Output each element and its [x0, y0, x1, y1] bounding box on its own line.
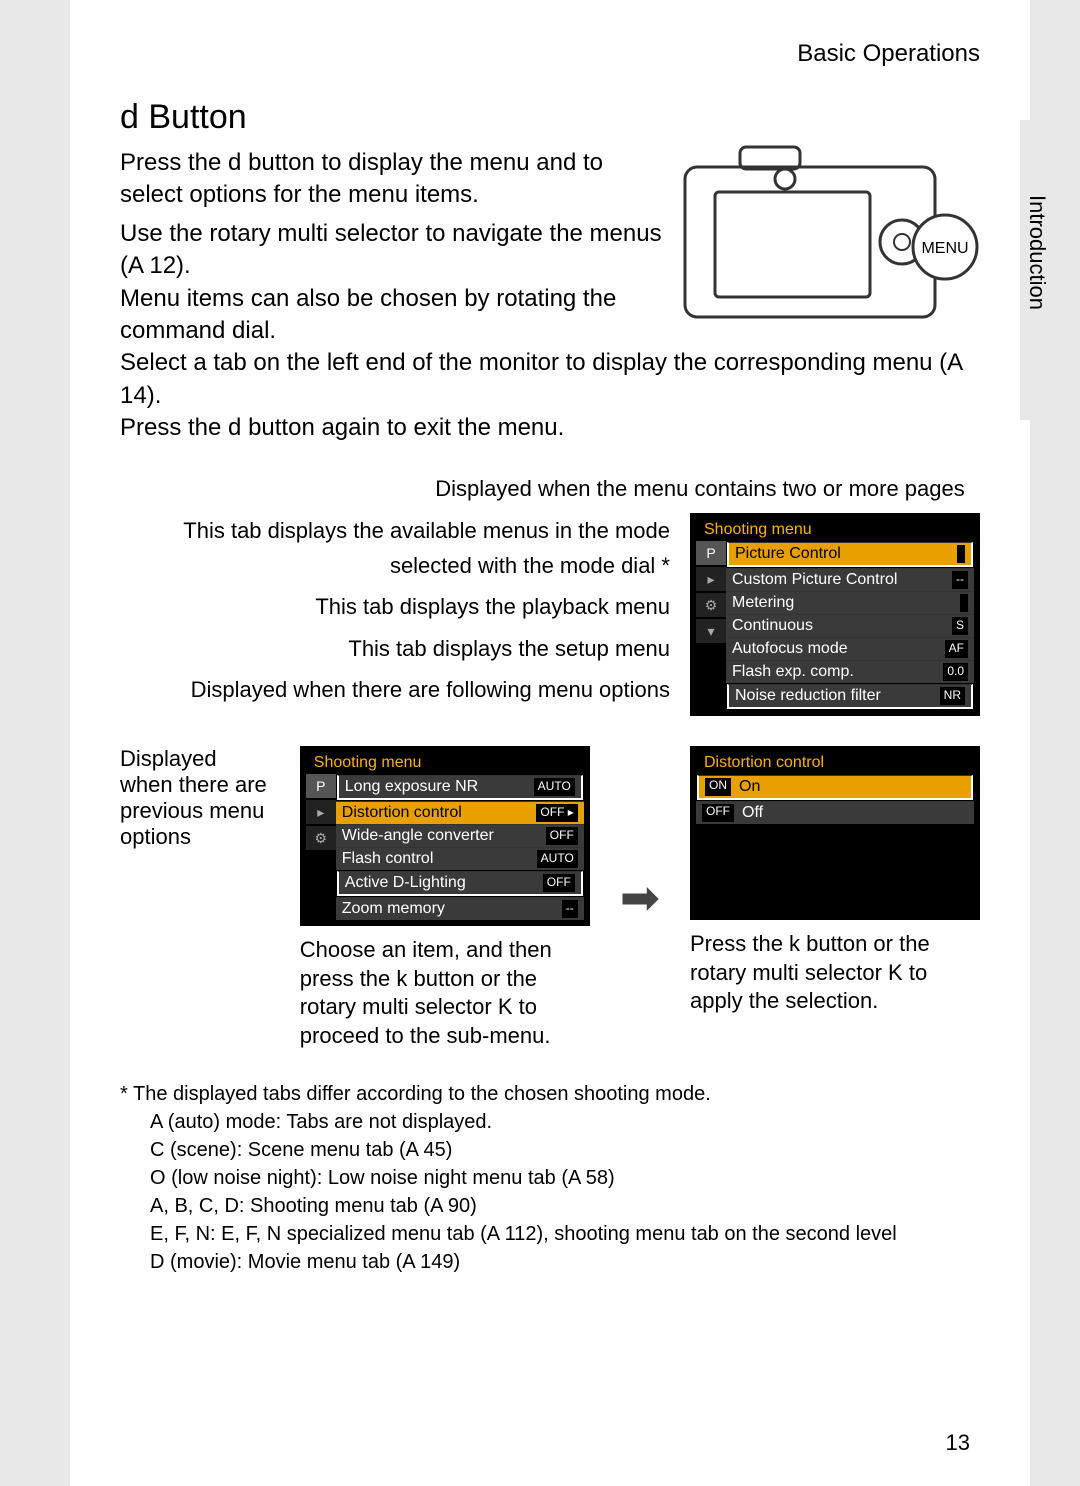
footnote-item: E, F, N: E, F, N specialized menu tab (A… — [150, 1220, 980, 1248]
label-line: This tab displays the playback menu — [120, 589, 670, 624]
bullet-item: Select a tab on the left end of the moni… — [120, 347, 980, 412]
manual-page: Introduction Basic Operations d Button M… — [70, 0, 1030, 1486]
menu-tab: P — [696, 541, 726, 565]
bullet-item: Press the d button again to exit the men… — [120, 412, 980, 444]
footnote-item: A, B, C, D: Shooting menu tab (A 90) — [150, 1192, 980, 1220]
menu-tabs: P ▸ ⚙ ▾ — [696, 541, 726, 710]
side-section-label: Introduction — [1024, 195, 1050, 310]
menu-title: Shooting menu — [696, 519, 974, 541]
page-number: 13 — [946, 1430, 970, 1456]
left-labels: This tab displays the available menus in… — [120, 513, 670, 713]
menu-tab: ▾ — [696, 619, 726, 643]
caption-top: Displayed when the menu contains two or … — [420, 475, 980, 504]
header-section: Basic Operations — [120, 40, 980, 68]
footnote-item: C (scene): Scene menu tab (A 45) — [150, 1136, 980, 1164]
footnote-item: O (low noise night): Low noise night men… — [150, 1164, 980, 1192]
label-line: This tab displays the available menus in… — [120, 513, 670, 583]
menu-tab: ▸ — [696, 567, 726, 591]
prev-label: Displayed when there are previous menu o… — [120, 746, 270, 850]
page-title: d Button — [120, 98, 980, 137]
footnote-item: A (auto) mode: Tabs are not displayed. — [150, 1108, 980, 1136]
caption-left: Choose an item, and then press the k but… — [300, 936, 590, 1050]
menu-screenshot-3: Distortion control ONOn OFFOff — [690, 746, 980, 920]
label-line: This tab displays the setup menu — [120, 631, 670, 666]
menu-items: Picture Control Custom Picture Control--… — [726, 541, 974, 710]
menu-screenshot-1: Shooting menu P ▸ ⚙ ▾ Picture Control Cu… — [690, 513, 980, 716]
diagram-row-1: This tab displays the available menus in… — [120, 513, 980, 716]
footnote-item: D (movie): Movie menu tab (A 149) — [150, 1248, 980, 1276]
menu-button-label: MENU — [921, 240, 968, 257]
menu-title: Shooting menu — [306, 752, 584, 774]
footnote-lead: * The displayed tabs differ according to… — [120, 1080, 980, 1108]
diagram-row-2: Displayed when there are previous menu o… — [120, 746, 980, 1050]
label-line: Displayed when there are following menu … — [120, 672, 670, 707]
caption-right: Press the k button or the rotary multi s… — [690, 930, 980, 1016]
camera-illustration: MENU — [680, 137, 980, 327]
arrow-icon: ➡ — [620, 870, 660, 926]
menu-screenshot-2: Shooting menu P ▸⚙ Long exposure NRAUTO … — [300, 746, 590, 926]
menu-title: Distortion control — [696, 752, 974, 774]
footnotes: * The displayed tabs differ according to… — [120, 1080, 980, 1276]
menu-tab: ⚙ — [696, 593, 726, 617]
